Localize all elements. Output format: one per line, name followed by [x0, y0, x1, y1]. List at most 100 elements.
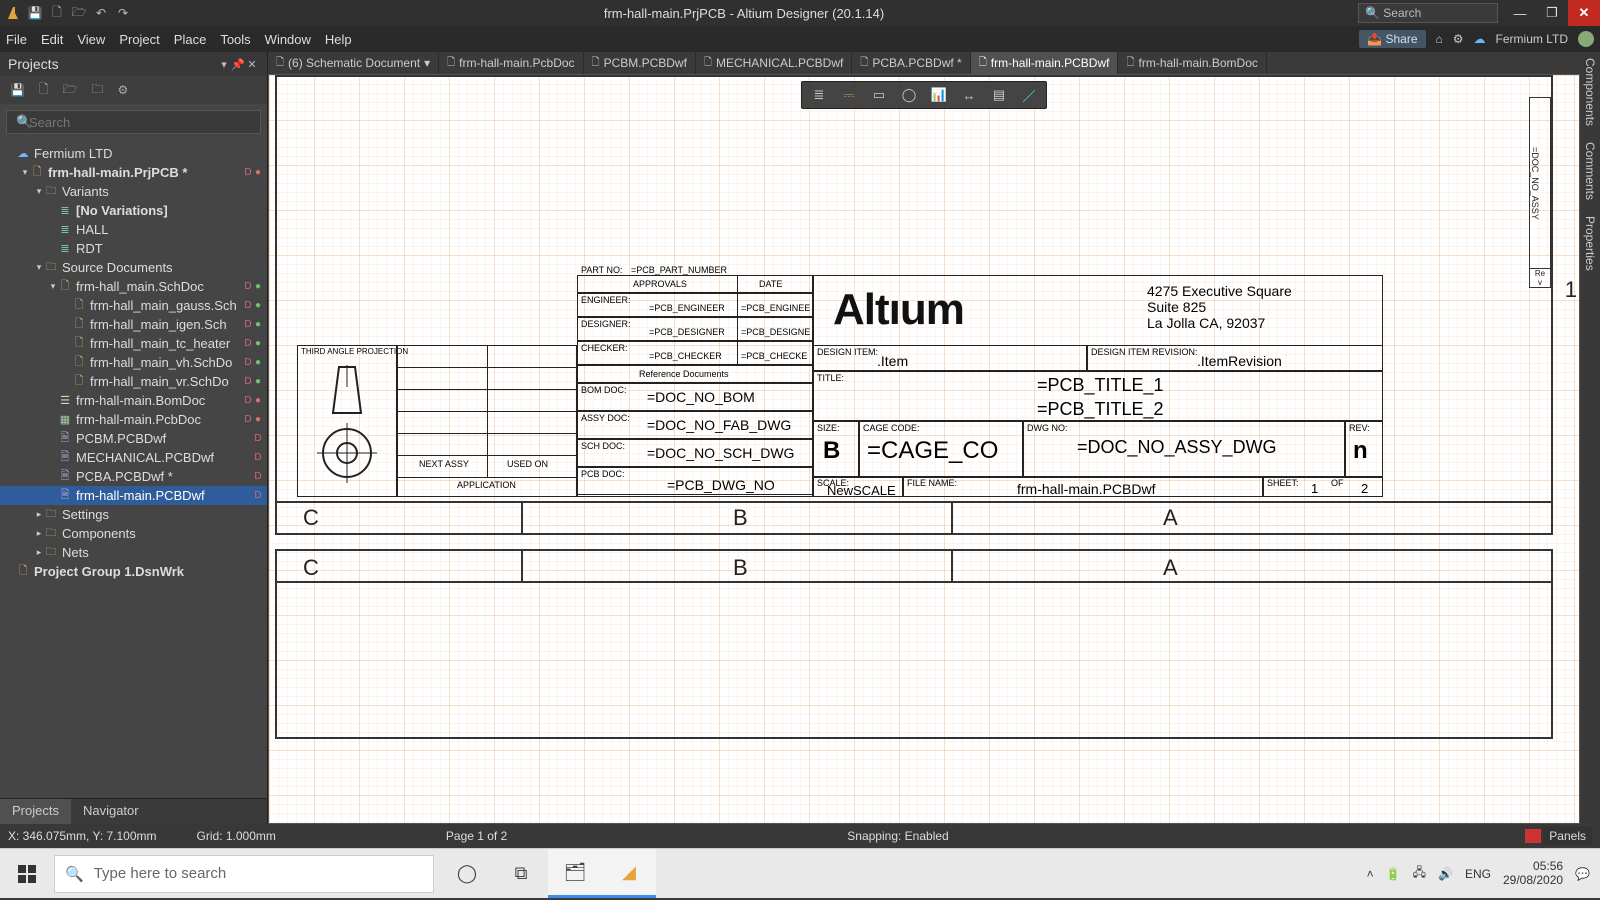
menu-project[interactable]: Project: [119, 32, 159, 47]
drawing-canvas[interactable]: ≣ ⎓ ▭ ◯ 📊 ↔ ▤ ／ =DOC_NO_ASSY Rev 1: [268, 74, 1580, 824]
tree-item[interactable]: ≣HALL: [0, 220, 267, 239]
menu-tools[interactable]: Tools: [220, 32, 250, 47]
search-icon: 🔍: [1365, 6, 1380, 20]
tree-item[interactable]: 🗋Project Group 1.DsnWrk: [0, 562, 267, 581]
tree-caret-icon[interactable]: ▾: [34, 186, 44, 197]
home-icon[interactable]: ⌂: [1436, 32, 1443, 46]
proj-tb-save-icon[interactable]: 💾: [10, 83, 25, 97]
status-dot-icon: ●: [253, 395, 263, 406]
settings-gear-icon[interactable]: ⚙: [1453, 32, 1464, 46]
panel-close-icon[interactable]: ✕: [245, 58, 259, 71]
menu-window[interactable]: Window: [265, 32, 311, 47]
menu-help[interactable]: Help: [325, 32, 352, 47]
tree-item[interactable]: 🗋frm-hall_main_igen.SchD●: [0, 315, 267, 334]
window-close[interactable]: ✕: [1568, 0, 1600, 26]
window-restore[interactable]: ❐: [1536, 0, 1568, 26]
tree-caret-icon[interactable]: ▾: [20, 167, 30, 178]
tree-item-label: frm-hall-main.PcbDoc: [76, 412, 243, 427]
window-title: frm-hall-main.PrjPCB - Altium Designer (…: [130, 6, 1358, 21]
tree-item[interactable]: 🗋frm-hall_main_vr.SchDoD●: [0, 372, 267, 391]
tray-clock[interactable]: 05:5629/08/2020: [1503, 860, 1563, 888]
panel-pin-icon[interactable]: 📌: [231, 58, 245, 71]
tree-item[interactable]: ▾🗋frm-hall-main.PrjPCB *D●: [0, 163, 267, 182]
proj-tb-refresh-icon[interactable]: 🗀: [92, 80, 104, 101]
status-letter: D: [253, 452, 263, 463]
tree-item[interactable]: 🗎MECHANICAL.PCBDwfD: [0, 448, 267, 467]
rightdock-tab-comments[interactable]: Comments: [1583, 142, 1597, 200]
tree-item[interactable]: ≣RDT: [0, 239, 267, 258]
tray-chevron-icon[interactable]: ˄: [1367, 867, 1374, 881]
tree-item[interactable]: ▸🗀Nets: [0, 543, 267, 562]
tree-caret-icon[interactable]: ▾: [34, 262, 44, 273]
tree-caret-icon[interactable]: ▾: [48, 281, 58, 292]
share-button[interactable]: 📤 Share: [1359, 30, 1425, 48]
tree-item[interactable]: 🗎PCBA.PCBDwf *D: [0, 467, 267, 486]
projects-tab-projects[interactable]: Projects: [0, 799, 71, 824]
tree-item[interactable]: 🗎PCBM.PCBDwfD: [0, 429, 267, 448]
tray-notifications-icon[interactable]: 💬: [1575, 867, 1590, 881]
qa-new-doc-icon[interactable]: 🗋: [50, 6, 64, 20]
panel-menu-icon[interactable]: ▾: [217, 58, 231, 71]
taskbar-search[interactable]: 🔍 Type here to search: [54, 855, 434, 893]
menu-edit[interactable]: Edit: [41, 32, 63, 47]
tree-caret-icon[interactable]: ▸: [34, 509, 44, 520]
tree-item[interactable]: ▸🗀Settings: [0, 505, 267, 524]
tree-item[interactable]: 🗋frm-hall_main_tc_heaterD●: [0, 334, 267, 353]
tree-item-label: frm-hall_main_tc_heater: [90, 336, 243, 351]
qa-save-icon[interactable]: 💾: [28, 6, 42, 20]
proj-tb-folder-icon[interactable]: 🗁: [63, 80, 78, 101]
proj-tb-settings-icon[interactable]: ⚙: [118, 83, 129, 97]
doc-tab[interactable]: 🗋PCBM.PCBDwf: [584, 52, 696, 74]
proj-tb-compile-icon[interactable]: 🗋: [39, 80, 49, 101]
doc-tab[interactable]: 🗋frm-hall-main.PcbDoc: [439, 52, 583, 74]
cortana-icon[interactable]: ◯: [440, 849, 494, 898]
tree-item[interactable]: ☁Fermium LTD: [0, 144, 267, 163]
doc-tab[interactable]: 🗋frm-hall-main.PCBDwf: [971, 52, 1119, 74]
qa-open-icon[interactable]: 🗁: [72, 6, 86, 20]
doc-tab[interactable]: 🗋frm-hall-main.BomDoc: [1118, 52, 1266, 74]
tree-item[interactable]: ▸🗀Components: [0, 524, 267, 543]
user-avatar-icon[interactable]: [1578, 31, 1594, 47]
menu-place[interactable]: Place: [174, 32, 207, 47]
projects-tree[interactable]: ☁Fermium LTD▾🗋frm-hall-main.PrjPCB *D●▾🗀…: [0, 140, 267, 798]
rightdock-tab-components[interactable]: Components: [1583, 58, 1597, 126]
tree-item[interactable]: ▾🗀Variants: [0, 182, 267, 201]
title-search[interactable]: 🔍 Search: [1358, 3, 1498, 23]
tree-item[interactable]: 🗎frm-hall-main.PCBDwfD: [0, 486, 267, 505]
qa-redo-icon[interactable]: ↷: [116, 6, 130, 20]
start-button[interactable]: [0, 849, 54, 898]
tree-item[interactable]: ≣[No Variations]: [0, 201, 267, 220]
doc-tab-icon: 🗋: [276, 55, 284, 72]
org-label[interactable]: Fermium LTD: [1496, 32, 1568, 46]
tree-item[interactable]: ▾🗀Source Documents: [0, 258, 267, 277]
tree-item[interactable]: ▦frm-hall-main.PcbDocD●: [0, 410, 267, 429]
window-minimize[interactable]: —: [1504, 0, 1536, 26]
file-explorer-icon[interactable]: 🗂: [548, 849, 602, 898]
doc-tab[interactable]: 🗋MECHANICAL.PCBDwf: [696, 52, 852, 74]
tree-item[interactable]: 🗋frm-hall_main_vh.SchDoD●: [0, 353, 267, 372]
tree-item[interactable]: ▾🗋frm-hall_main.SchDocD●: [0, 277, 267, 296]
tree-item[interactable]: 🗋frm-hall_main_gauss.SchD●: [0, 296, 267, 315]
tree-caret-icon[interactable]: ▸: [34, 547, 44, 558]
tree-item[interactable]: ☰frm-hall-main.BomDocD●: [0, 391, 267, 410]
projects-tab-navigator[interactable]: Navigator: [71, 799, 151, 824]
pcb-icon: ▦: [58, 413, 72, 426]
qa-undo-icon[interactable]: ↶: [94, 6, 108, 20]
projects-panel-title: Projects: [8, 56, 59, 72]
panels-button[interactable]: Panels: [1543, 827, 1592, 845]
taskview-icon[interactable]: ⧉: [494, 849, 548, 898]
menu-file[interactable]: File: [6, 32, 27, 47]
tree-caret-icon[interactable]: ▸: [34, 528, 44, 539]
tray-volume-icon[interactable]: 🔊: [1438, 867, 1453, 881]
status-snap: Snapping: Enabled: [847, 829, 948, 843]
tray-battery-icon[interactable]: 🔋: [1386, 867, 1401, 881]
projects-search-input[interactable]: [6, 110, 261, 134]
altium-taskbar-icon[interactable]: ◢: [602, 849, 656, 898]
rightdock-tab-properties[interactable]: Properties: [1583, 216, 1597, 271]
doc-tab[interactable]: 🗋(6) Schematic Document ▾: [268, 52, 439, 74]
menu-view[interactable]: View: [77, 32, 105, 47]
projects-toolbar: 💾 🗋 🗁 🗀 ⚙: [0, 76, 267, 104]
doc-tab[interactable]: 🗋PCBA.PCBDwf *: [852, 52, 970, 74]
tray-lang[interactable]: ENG: [1465, 867, 1491, 881]
tray-network-icon[interactable]: 🖧: [1413, 863, 1426, 884]
